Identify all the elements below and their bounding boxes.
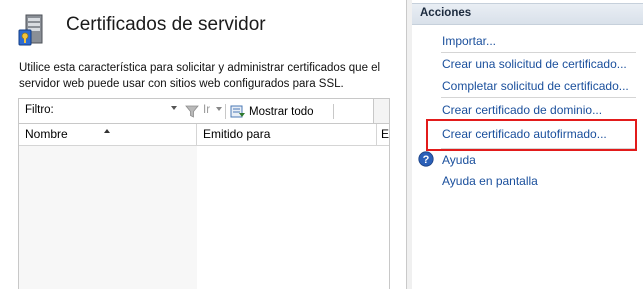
action-import[interactable]: Importar...	[442, 34, 496, 48]
sort-up-arrow-icon	[104, 129, 110, 133]
highlight-box	[426, 119, 637, 151]
toolbar-separator	[333, 104, 334, 119]
page-description: Utilice esta característica para solicit…	[19, 62, 381, 90]
certificates-grid: Nombre Emitido para Emi	[18, 124, 390, 289]
column-header-nombre[interactable]: Nombre	[19, 124, 197, 145]
action-separator	[441, 52, 636, 53]
grid-header: Nombre Emitido para Emi	[19, 124, 389, 146]
funnel-icon[interactable]	[185, 105, 199, 118]
help-icon[interactable]: ?	[418, 151, 434, 167]
page-title: Certificados de servidor	[66, 14, 266, 35]
actions-header-label: Acciones	[420, 7, 472, 19]
action-online-help[interactable]: Ayuda en pantalla	[442, 174, 538, 188]
show-all-label: Mostrar todo	[249, 105, 314, 118]
sorted-column-body	[19, 146, 197, 289]
action-separator	[441, 97, 636, 98]
action-create-domain-cert[interactable]: Crear certificado de dominio...	[442, 103, 602, 117]
action-complete-request[interactable]: Completar solicitud de certificado...	[442, 79, 629, 93]
server-icon	[18, 14, 43, 46]
show-all-button[interactable]: Mostrar todo	[230, 102, 314, 121]
toolbar-separator	[225, 104, 226, 119]
column-header-emitido-para[interactable]: Emitido para	[197, 124, 377, 145]
filter-input[interactable]	[59, 102, 181, 121]
action-help[interactable]: Ayuda	[442, 153, 476, 167]
action-create-request[interactable]: Crear una solicitud de certificado...	[442, 57, 627, 71]
svg-text:?: ?	[423, 154, 430, 166]
column-header-emitido-por[interactable]: Emi	[377, 124, 389, 145]
filter-toolbar: Filtro: Ir Mostrar todo	[18, 98, 390, 124]
go-button[interactable]: Ir	[203, 104, 210, 116]
show-all-icon	[230, 105, 245, 118]
toolbar-overflow[interactable]	[373, 99, 389, 123]
go-dropdown-icon[interactable]	[216, 107, 222, 111]
main-panel: Certificados de servidor Utilice esta ca…	[0, 0, 407, 289]
actions-header: Acciones	[412, 3, 643, 25]
dropdown-arrow-icon[interactable]	[171, 106, 177, 110]
filter-label: Filtro:	[25, 104, 54, 116]
